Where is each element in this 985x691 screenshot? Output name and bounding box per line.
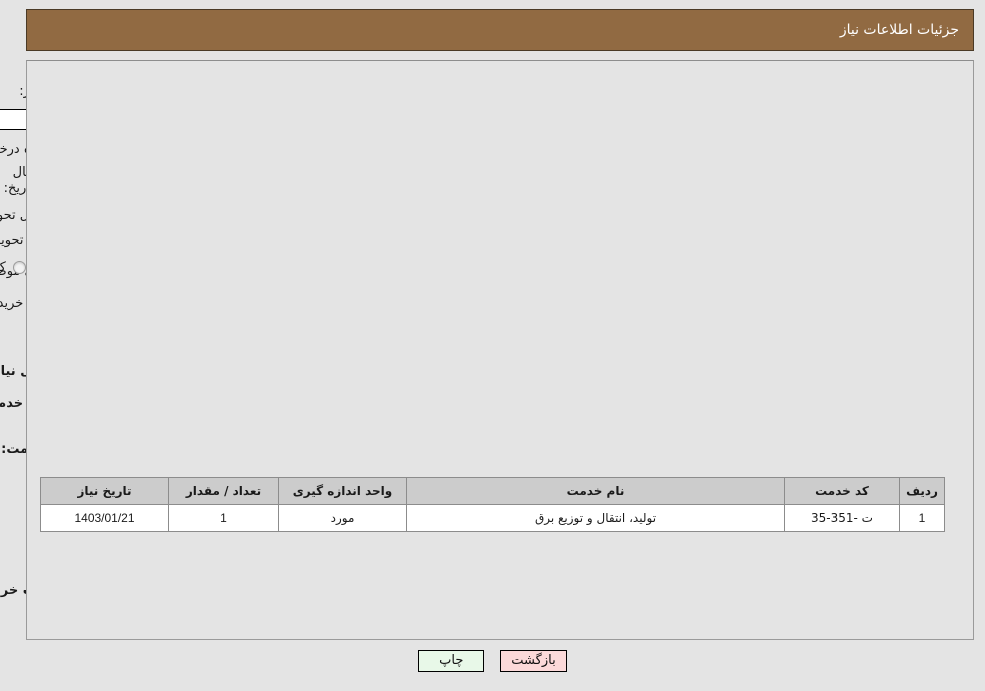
cell-service-code: ت -351-35 bbox=[784, 504, 900, 532]
col-need-date: تاریخ نیاز bbox=[40, 477, 169, 505]
cell-unit: مورد bbox=[278, 504, 407, 532]
col-quantity: تعداد / مقدار bbox=[168, 477, 279, 505]
print-button[interactable]: چاپ bbox=[418, 650, 485, 672]
category-radio-kala-khedmat[interactable]: کالا/خدمت bbox=[0, 260, 26, 275]
table-row: 1 ت -351-35 تولید، انتقال و توزیع برق مو… bbox=[40, 504, 945, 532]
details-panel bbox=[26, 60, 974, 640]
back-button[interactable]: بازگشت bbox=[500, 650, 567, 672]
page-title: جزئیات اطلاعات نیاز bbox=[839, 22, 959, 38]
col-row-no: ردیف bbox=[899, 477, 945, 505]
services-table-wrapper: ردیف کد خدمت نام خدمت واحد اندازه گیری ت… bbox=[40, 477, 945, 532]
services-table: ردیف کد خدمت نام خدمت واحد اندازه گیری ت… bbox=[40, 477, 945, 532]
page-header: جزئیات اطلاعات نیاز bbox=[26, 9, 974, 51]
cell-service-name: تولید، انتقال و توزیع برق bbox=[406, 504, 785, 532]
cell-need-date: 1403/01/21 bbox=[40, 504, 169, 532]
table-header-row: ردیف کد خدمت نام خدمت واحد اندازه گیری ت… bbox=[40, 477, 945, 505]
cell-row-no: 1 bbox=[899, 504, 945, 532]
radio-indicator-icon[interactable] bbox=[12, 261, 26, 274]
cell-quantity: 1 bbox=[168, 504, 279, 532]
category-radio-label: کالا/خدمت bbox=[0, 260, 6, 275]
col-service-name: نام خدمت bbox=[406, 477, 785, 505]
col-service-code: کد خدمت bbox=[784, 477, 900, 505]
action-buttons: بازگشت چاپ bbox=[0, 650, 985, 672]
page-root: AriaTender.net جزئیات اطلاعات نیاز شماره… bbox=[0, 0, 985, 691]
col-unit: واحد اندازه گیری bbox=[278, 477, 407, 505]
